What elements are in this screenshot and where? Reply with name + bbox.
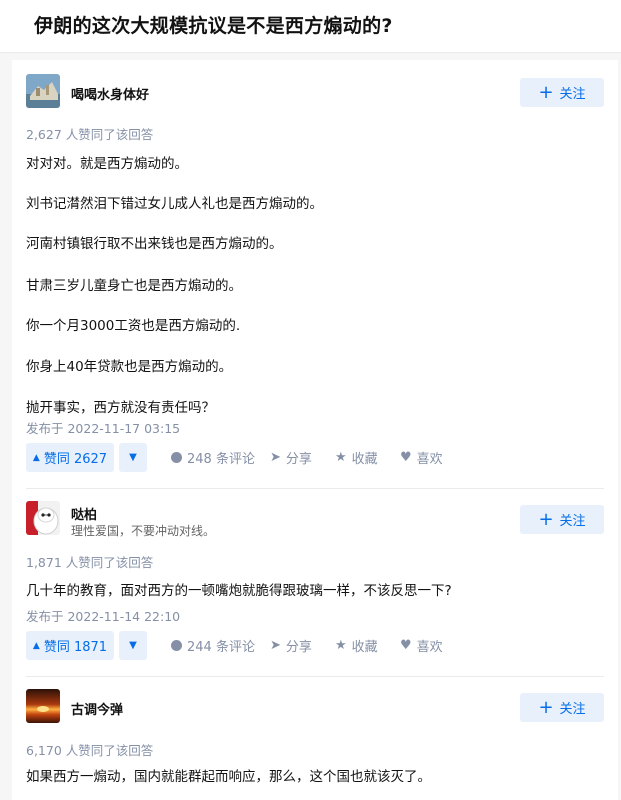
answer-list: 喝喝水身体好 + 关注 2,627 人赞同了该回答 对对对。就是西方煽动的。 刘… — [12, 60, 618, 800]
author-name[interactable]: 古调今弹 — [71, 699, 123, 718]
share-label: 分享 — [285, 452, 312, 467]
share-button[interactable]: ➤ 分享 — [270, 631, 312, 660]
answer-paragraph: 如果西方一煽动，国内就能群起而响应，那么，这个国也就该灭了。 — [26, 769, 431, 785]
star-icon: ★ — [335, 450, 347, 465]
follow-button[interactable]: + 关注 — [520, 505, 604, 534]
answer-paragraph: 刘书记潸然泪下错过女儿成人礼也是西方煽动的。 — [26, 196, 323, 212]
comment-bubble-icon — [171, 452, 182, 463]
voter-count[interactable]: 6,170 人赞同了该回答 — [26, 740, 153, 759]
avatar-image — [26, 689, 60, 723]
triangle-down-icon: ▼ — [129, 452, 137, 463]
vote-up-label: 赞同 1871 — [43, 640, 108, 655]
question-header: 伊朗的这次大规模抗议是不是西方煽动的? — [0, 0, 621, 53]
answer-paragraph: 抛开事实，西方就没有责任吗？ — [26, 400, 215, 416]
share-label: 分享 — [285, 640, 312, 655]
avatar-image — [26, 74, 60, 108]
answer-paragraph: 几十年的教育，面对西方的一顿嘴炮就脆得跟玻璃一样，不该反思一下? — [26, 583, 452, 599]
answer-item: 哒柏 理性爱国，不要冲动对线。 + 关注 1,871 人赞同了该回答 几十年的教… — [12, 489, 618, 684]
triangle-up-icon: ▲ — [32, 452, 40, 463]
avatar[interactable] — [26, 74, 60, 108]
triangle-down-icon: ▼ — [129, 640, 137, 651]
voter-count[interactable]: 2,627 人赞同了该回答 — [26, 124, 153, 143]
like-button[interactable]: ♥ 喜欢 — [400, 631, 443, 660]
answer-item: 古调今弹 + 关注 6,170 人赞同了该回答 如果西方一煽动，国内就能群起而响… — [12, 677, 618, 800]
triangle-up-icon: ▲ — [32, 640, 40, 651]
plus-icon: + — [538, 508, 554, 530]
vote-down-button[interactable]: ▼ — [119, 443, 147, 472]
share-button[interactable]: ➤ 分享 — [270, 443, 312, 472]
answer-paragraph: 你身上40年贷款也是西方煽动的。 — [26, 359, 233, 375]
question-title[interactable]: 伊朗的这次大规模抗议是不是西方煽动的? — [34, 11, 393, 38]
plus-icon: + — [538, 81, 554, 103]
author-name[interactable]: 喝喝水身体好 — [71, 84, 149, 103]
vote-up-label: 赞同 2627 — [43, 452, 108, 467]
collect-label: 收藏 — [351, 452, 378, 467]
like-button[interactable]: ♥ 喜欢 — [400, 443, 443, 472]
plus-icon: + — [538, 696, 554, 718]
star-icon: ★ — [335, 638, 347, 653]
avatar-image — [26, 501, 60, 535]
collect-button[interactable]: ★ 收藏 — [335, 443, 378, 472]
vote-up-button[interactable]: ▲ 赞同 2627 — [26, 443, 114, 472]
follow-label: 关注 — [559, 87, 586, 102]
author-name[interactable]: 哒柏 — [71, 504, 97, 523]
follow-label: 关注 — [559, 514, 586, 529]
follow-label: 关注 — [559, 702, 586, 717]
answer-item: 喝喝水身体好 + 关注 2,627 人赞同了该回答 对对对。就是西方煽动的。 刘… — [12, 60, 618, 485]
author-bio: 理性爱国，不要冲动对线。 — [71, 524, 216, 538]
vote-up-button[interactable]: ▲ 赞同 1871 — [26, 631, 114, 660]
like-label: 喜欢 — [416, 640, 443, 655]
answer-paragraph: 甘肃三岁儿童身亡也是西方煽动的。 — [26, 278, 242, 294]
publish-time[interactable]: 发布于 2022-11-17 03:15 — [26, 418, 180, 437]
follow-button[interactable]: + 关注 — [520, 78, 604, 107]
heart-icon: ♥ — [400, 450, 412, 465]
comment-count: 244 条评论 — [187, 640, 255, 655]
avatar[interactable] — [26, 501, 60, 535]
publish-time[interactable]: 发布于 2022-11-14 22:10 — [26, 606, 180, 625]
comment-count: 248 条评论 — [187, 452, 255, 467]
collect-label: 收藏 — [351, 640, 378, 655]
share-arrow-icon: ➤ — [270, 638, 281, 653]
avatar[interactable] — [26, 689, 60, 723]
answer-paragraph: 河南村镇银行取不出来钱也是西方煽动的。 — [26, 236, 283, 252]
follow-button[interactable]: + 关注 — [520, 693, 604, 722]
comment-button[interactable]: 248 条评论 — [171, 443, 255, 472]
answer-paragraph: 对对对。就是西方煽动的。 — [26, 156, 188, 172]
comment-bubble-icon — [171, 640, 182, 651]
share-arrow-icon: ➤ — [270, 450, 281, 465]
collect-button[interactable]: ★ 收藏 — [335, 631, 378, 660]
voter-count[interactable]: 1,871 人赞同了该回答 — [26, 552, 153, 571]
heart-icon: ♥ — [400, 638, 412, 653]
like-label: 喜欢 — [416, 452, 443, 467]
comment-button[interactable]: 244 条评论 — [171, 631, 255, 660]
vote-down-button[interactable]: ▼ — [119, 631, 147, 660]
answer-paragraph: 你一个月3000工资也是西方煽动的. — [26, 318, 241, 334]
